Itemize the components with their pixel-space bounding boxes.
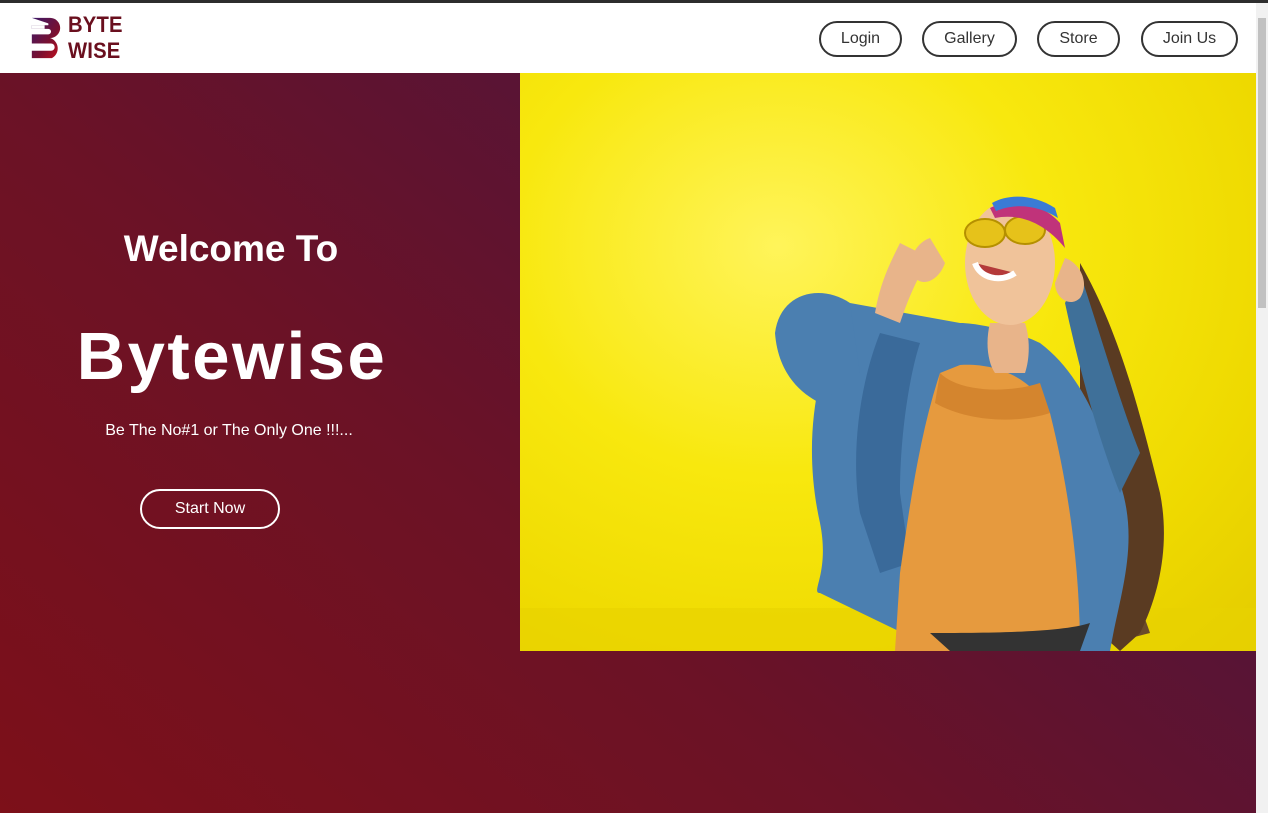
logo[interactable]: BYTE WISE xyxy=(30,12,180,63)
hero-tagline: Be The No#1 or The Only One !!!... xyxy=(105,422,353,439)
store-button[interactable]: Store xyxy=(1037,21,1120,57)
navbar: BYTE WISE Login Gallery Store Join Us xyxy=(0,3,1256,73)
gallery-button[interactable]: Gallery xyxy=(922,21,1017,57)
hero-title: Bytewise xyxy=(76,319,388,394)
start-now-button[interactable]: Start Now xyxy=(140,489,280,529)
scrollbar-thumb[interactable] xyxy=(1258,18,1266,308)
b-logo-icon xyxy=(31,17,61,59)
hero-welcome-text: Welcome To xyxy=(123,228,339,269)
logo-text: BYTE WISE xyxy=(67,12,123,63)
login-button[interactable]: Login xyxy=(819,21,902,57)
woman-yellow-wall-photo xyxy=(520,196,1256,651)
hero-image xyxy=(520,73,1256,651)
join-us-button[interactable]: Join Us xyxy=(1141,21,1238,57)
